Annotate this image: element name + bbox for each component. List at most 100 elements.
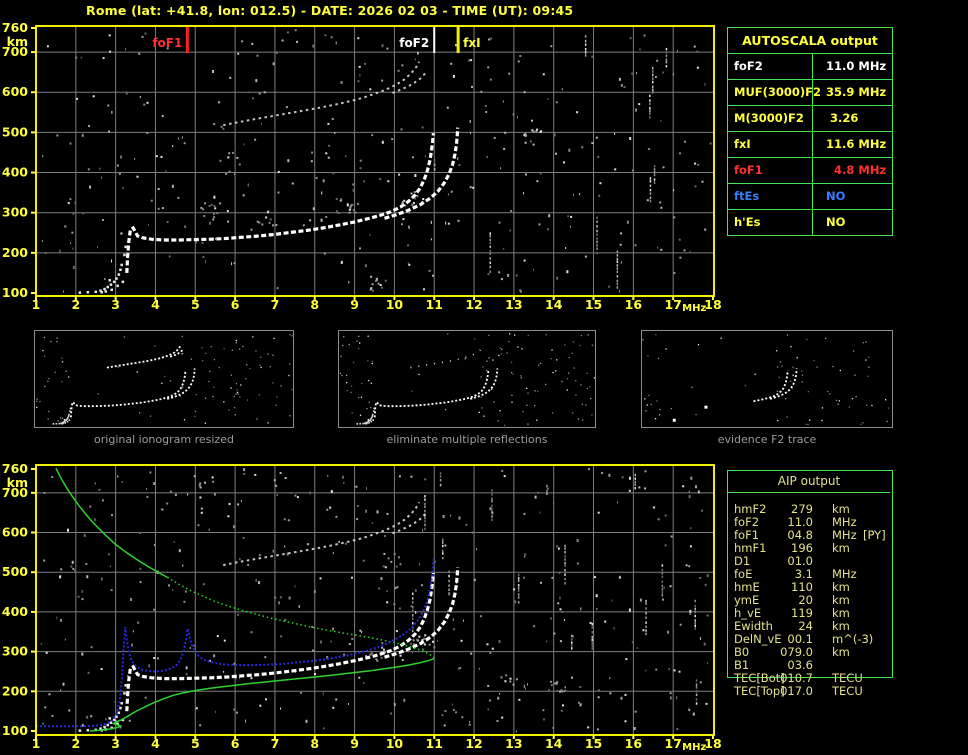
x-axis-tick-label: 2	[71, 736, 80, 751]
x-axis-unit-label: MHz	[682, 303, 706, 314]
y-axis-tick-label: 500	[2, 564, 28, 579]
x-axis-tick-label: 11	[426, 297, 443, 312]
x-axis-tick-label: 17	[664, 736, 681, 751]
x-axis-tick-label: 18	[704, 297, 721, 312]
x-axis-tick-label: 1	[32, 297, 41, 312]
y-axis-tick-label: 760	[2, 461, 28, 476]
x-axis-tick-label: 1	[32, 736, 41, 751]
x-axis-tick-label: 3	[111, 297, 120, 312]
x-axis-tick-label: 4	[151, 297, 160, 312]
aip-row-hmF1: hmF1 196 km	[727, 542, 899, 555]
y-axis-tick-label: 300	[2, 205, 28, 220]
thumbnail-caption-eliminate: eliminate multiple reflections	[386, 433, 548, 446]
x-axis-tick-label: 18	[704, 736, 721, 751]
page-title: Rome (lat: +41.8, lon: 012.5) - DATE: 20…	[86, 3, 574, 18]
x-axis-tick-label: 14	[545, 297, 563, 312]
x-axis-tick-label: 9	[350, 736, 359, 751]
y-axis-tick-label: 200	[2, 245, 28, 260]
autoscala-row-M3000F2: M(3000)F2 3.26	[728, 106, 892, 132]
aip-row-B0: B0 079.0 km	[727, 646, 899, 659]
noise-layer	[40, 468, 709, 733]
thumbnail-caption-original: original ionogram resized	[94, 433, 234, 446]
trace-layer	[78, 61, 460, 294]
aip-row-unit: TECU	[832, 684, 863, 698]
x-axis-tick-label: 16	[625, 297, 643, 312]
autoscala-row-label: ftEs	[734, 189, 760, 203]
autoscala-row-label: foF1	[734, 163, 763, 177]
ionogram-bottom-plot: 760700600500400300200100km1 2 3 4 5 6 7 8 9 10 11 1…	[2, 461, 722, 753]
y-axis-tick-label: 300	[2, 644, 28, 659]
autoscala-screen: Rome (lat: +41.8, lon: 012.5) - DATE: 20…	[0, 0, 968, 755]
autoscala-row-value: 35.9 MHz	[812, 80, 892, 105]
autoscala-row-foF2: foF2 11.0 MHz	[728, 54, 892, 80]
autoscala-row-value: NO	[812, 210, 892, 235]
aip-row-value: 017.0	[780, 684, 813, 698]
x-axis-tick-label: 12	[465, 736, 482, 751]
aip-panel-title: AIP output	[777, 474, 841, 488]
x-axis-tick-label: 10	[386, 297, 404, 312]
autoscala-row-foF1: foF1 4.8 MHz	[728, 158, 892, 184]
autoscala-row-label: fxI	[734, 137, 751, 151]
x-axis-tick-label: 5	[191, 736, 200, 751]
x-axis-tick-label: 3	[111, 736, 120, 751]
x-axis-tick-label: 15	[585, 736, 602, 751]
autoscala-output-panel: AUTOSCALA output foF2 11.0 MHz MUF(3000)F2…	[727, 27, 893, 236]
autoscala-row-value: 11.0 MHz	[812, 54, 892, 79]
y-axis-unit-label: km	[7, 475, 28, 490]
y-axis-tick-label: 500	[2, 124, 28, 139]
y-axis-unit-label: km	[7, 34, 28, 49]
y-axis-tick-label: 100	[2, 285, 28, 300]
aip-row-TECTop: TEC[Top] 017.0 TECU	[727, 685, 899, 698]
autoscala-row-label: MUF(3000)F2	[734, 85, 822, 99]
x-axis-tick-label: 4	[151, 736, 160, 751]
y-axis-tick-label: 400	[2, 604, 28, 619]
x-axis-tick-label: 11	[426, 736, 443, 751]
x-axis-tick-label: 5	[191, 297, 200, 312]
thumbnail-content	[339, 333, 595, 427]
autoscala-row-value: 4.8 MHz	[812, 158, 892, 183]
autoscala-row-label: foF2	[734, 59, 763, 73]
axis-layer: 760700600500400300200100km1 2 3 4 5 6 7 8 9 10 11 1…	[2, 461, 722, 753]
autoscala-row-value: 3.26	[812, 106, 892, 131]
y-axis-tick-label: 760	[2, 20, 28, 35]
thumbnail-caption-evidence: evidence F2 trace	[717, 433, 817, 446]
x-axis-tick-label: 16	[625, 736, 643, 751]
x-axis-tick-label: 6	[231, 736, 240, 751]
aip-row-unit: km	[832, 645, 850, 659]
aip-row-note: [PY]	[863, 528, 886, 542]
y-axis-tick-label: 600	[2, 525, 28, 540]
x-axis-tick-label: 2	[71, 297, 80, 312]
x-axis-tick-label: 13	[505, 297, 522, 312]
autoscala-rows: foF2 11.0 MHz MUF(3000)F2 35.9 MHz M(3000)F2…	[728, 54, 892, 235]
x-axis-tick-label: 9	[350, 297, 359, 312]
y-axis-tick-label: 400	[2, 165, 28, 180]
autoscala-panel-title: AUTOSCALA output	[728, 28, 892, 54]
aip-row-unit: km	[832, 541, 850, 555]
x-axis-unit-label: MHz	[682, 742, 706, 753]
thumbnail-eliminate-reflections	[338, 330, 596, 428]
y-axis-tick-label: 600	[2, 84, 28, 99]
aip-header-divider	[728, 492, 890, 493]
marker-label-foF2: foF2	[399, 36, 429, 50]
axis-layer: 760700600500400300200100km1 2 3 4 5 6 7 8 9 10 11 1…	[2, 20, 722, 314]
x-axis-tick-label: 10	[386, 736, 404, 751]
x-axis-tick-label: 6	[231, 297, 240, 312]
marker-label-fxI: fxI	[463, 36, 480, 50]
thumbnail-original-ionogram	[34, 330, 294, 428]
x-axis-tick-label: 7	[271, 297, 280, 312]
autoscala-row-hEs: h'Es NO	[728, 210, 892, 235]
thumbnail-evidence-f2-trace	[641, 330, 893, 428]
autoscala-row-label: M(3000)F2	[734, 111, 804, 125]
x-axis-tick-label: 15	[585, 297, 602, 312]
autoscala-row-value: 11.6 MHz	[812, 132, 892, 157]
autoscala-row-MUF3000F2: MUF(3000)F2 35.9 MHz	[728, 80, 892, 106]
x-axis-tick-label: 12	[465, 297, 482, 312]
aip-row-DelNvE: DelN_vE 00.1 m^(-3)	[727, 633, 899, 646]
thumbnail-content	[642, 334, 890, 426]
grid-layer	[36, 26, 714, 296]
x-axis-tick-label: 8	[310, 297, 319, 312]
y-axis-tick-label: 100	[2, 723, 28, 738]
ionogram-top-plot: 760700600500400300200100km1 2 3 4 5 6 7 8 9 10 11 1…	[2, 20, 722, 314]
autoscala-row-fxI: fxI 11.6 MHz	[728, 132, 892, 158]
x-axis-tick-label: 13	[505, 736, 522, 751]
